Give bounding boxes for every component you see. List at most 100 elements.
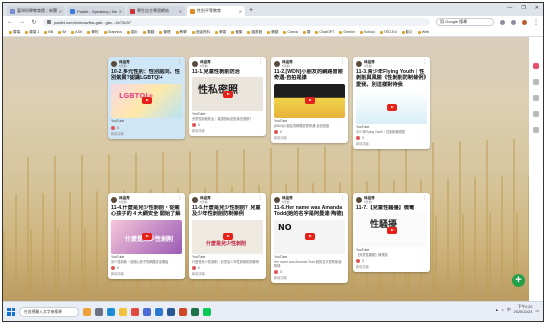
add-comment-link[interactable]: 新增評論 [271,135,348,143]
task-view-icon[interactable] [95,307,103,316]
reload-icon[interactable]: ↻ [31,19,37,26]
browser-tab-2[interactable]: Padlet - Speaking / Netli...✕ [67,6,125,16]
play-icon[interactable] [141,97,152,105]
browser-tab-3[interactable]: 學生自主學習網站 ✕ [127,6,185,16]
play-icon[interactable] [222,90,233,98]
close-icon[interactable]: ✕ [59,9,62,14]
post-card[interactable]: 林品秀 5天前 ⋮ 11-1.兒童性剝削防治 性私密照 YouTube 兒童性剝削防治｜被誘… [189,57,266,137]
post-menu-icon[interactable]: ⋮ [177,195,182,201]
excel-icon[interactable] [191,307,199,316]
post-card[interactable]: 林品秀 5天前 ⋮ 11-6.Her name was Amanda Todd(她的名… [271,193,348,283]
add-comment-link[interactable]: 新增評論 [271,275,348,283]
close-icon[interactable]: ✕ [119,9,122,14]
bookmark-item[interactable]: 教學 [175,30,187,35]
bookmark-item[interactable]: 蒐集 [231,30,242,35]
post-card[interactable]: 林品秀 5天前 ⋮ 10-2.多元性別：性別認同、性別氣質?認識LGBTQI+ LGBT… [108,57,185,139]
bookmark-item[interactable]: 網路 [267,30,278,35]
close-icon[interactable]: ✕ [239,9,242,14]
new-tab-button[interactable]: + [247,6,255,16]
post-menu-icon[interactable]: ⋮ [340,59,345,65]
play-icon[interactable] [304,233,315,241]
video-thumbnail[interactable] [274,83,345,118]
bookmark-item[interactable]: Gemini [339,30,355,34]
download-icon[interactable] [511,19,516,25]
heart-icon[interactable] [111,265,115,270]
bookmark-item[interactable]: BB [44,30,53,34]
post-menu-icon[interactable]: ⋮ [340,195,345,201]
extension-icon[interactable] [500,19,505,25]
bookmark-item[interactable]: 雲 [302,30,310,35]
post-card[interactable]: 林品秀 5天前 ⋮ 11-3.青少年Flying Youth｜性剝削與風險《性剝削防制… [353,57,430,149]
profile-icon[interactable] [522,19,527,25]
line-icon[interactable] [203,307,211,316]
menu-icon[interactable]: ⋮ [533,19,539,26]
file-explorer-icon[interactable] [119,307,127,316]
back-icon[interactable]: ← [7,19,13,25]
maximize-button[interactable]: ❐ [521,5,525,11]
add-comment-link[interactable]: 新增評論 [189,128,266,136]
bookmark-item[interactable]: TED-Ed [379,30,397,34]
play-icon[interactable] [386,103,397,111]
post-menu-icon[interactable]: ⋮ [422,59,427,65]
bookmark-item[interactable]: ASK [71,30,82,34]
more-icon[interactable] [533,127,539,133]
heart-icon[interactable] [274,269,278,274]
post-menu-icon[interactable]: ⋮ [422,195,427,201]
mail-icon[interactable] [155,307,163,316]
post-card[interactable]: 林品秀 5天前 ⋮ 11-2.[WDN]小朋友的網路冒險奇遇-自拍是誰 YouTube[… [271,57,348,143]
bookmark-item[interactable]: 雲端 [9,30,20,35]
reaction-icon[interactable] [533,63,539,69]
bookmark-item[interactable]: 圖書館 [247,30,262,35]
play-icon[interactable] [386,226,397,234]
taskbar-search-input[interactable]: 在這裡輸入文字來搜尋 [19,306,79,317]
close-icon[interactable]: ✕ [179,9,182,14]
heart-icon[interactable] [192,123,196,128]
bookmark-item[interactable]: IM [58,30,66,34]
windows-start-icon[interactable] [7,307,15,316]
bookmark-item[interactable]: ChatGPT [315,30,334,34]
bookmark-item[interactable]: 影片 [401,30,413,35]
post-card[interactable]: 林品秀 5天前 ⋮ 11-5.什麼是兒少性剝削？兒童及少年性剝削防制條例 什麼是兒少性剝… [189,193,266,279]
video-thumbnail[interactable]: LGBTQI+ [111,83,182,118]
add-comment-link[interactable]: 新增評論 [353,141,430,149]
notification-icon[interactable]: ▭ [535,308,539,313]
video-thumbnail[interactable] [356,90,427,124]
heart-icon[interactable] [111,125,115,130]
post-card[interactable]: 林品秀5天前 ⋮ 11-4.什麼是兒少性剝削・從關心孩子的 4 大網安全 開始了解什… [108,193,185,279]
powerpoint-icon[interactable] [179,307,187,316]
edge-icon[interactable] [107,307,115,316]
bookmark-item[interactable]: 雲端 1 [25,30,39,35]
close-window-button[interactable]: ✕ [535,5,539,11]
add-comment-link[interactable]: 新增評論 [108,131,185,139]
bookmark-item[interactable]: Graphics [103,30,122,34]
volume-icon[interactable]: ◖ [502,308,504,312]
google-search-box[interactable]: 用 Google 搜尋 [436,18,494,26]
bookmark-item[interactable]: Canva [283,30,298,34]
address-bar[interactable]: padlet.com/shonas/tha-gab...gbc...4b73d3… [43,18,430,26]
input-language[interactable]: 中 [507,308,511,313]
bookmark-item[interactable]: 電腦 [143,30,154,35]
video-thumbnail[interactable]: 什麼是兒少性剝削 [111,219,182,254]
post-menu-icon[interactable]: ⋮ [258,195,263,201]
heart-icon[interactable] [356,259,360,264]
add-post-button[interactable]: + [512,274,525,287]
bookmark-item[interactable]: School [359,30,375,34]
bookmark-item[interactable]: 班級資料 [191,30,210,35]
post-card[interactable]: 林品秀 5天前 ⋮ 11-7.【兒童性騷擾】微電 性騷擾 YouTube 【兒童性騷擾】微電… [353,193,430,273]
post-menu-icon[interactable]: ⋮ [258,59,263,65]
minimize-button[interactable]: — [507,5,512,11]
browser-tab-1[interactable]: 臺灣科學教育館｜新聞公告✕ [7,6,65,16]
heart-icon[interactable] [192,265,196,270]
weather-icon[interactable] [83,307,91,316]
play-icon[interactable] [222,233,233,241]
store-icon[interactable] [143,307,151,316]
bookmark-item[interactable]: Web [417,30,429,34]
video-thumbnail[interactable]: 性私密照 [192,77,263,112]
slideshow-icon[interactable] [533,95,539,101]
bookmark-item[interactable]: 圖片 [126,30,138,35]
video-thumbnail[interactable]: NO [274,219,345,254]
heart-icon[interactable] [274,129,278,134]
play-icon[interactable] [304,97,315,105]
network-icon[interactable]: ▲ [495,308,499,312]
add-comment-link[interactable]: 新增評論 [189,271,266,279]
